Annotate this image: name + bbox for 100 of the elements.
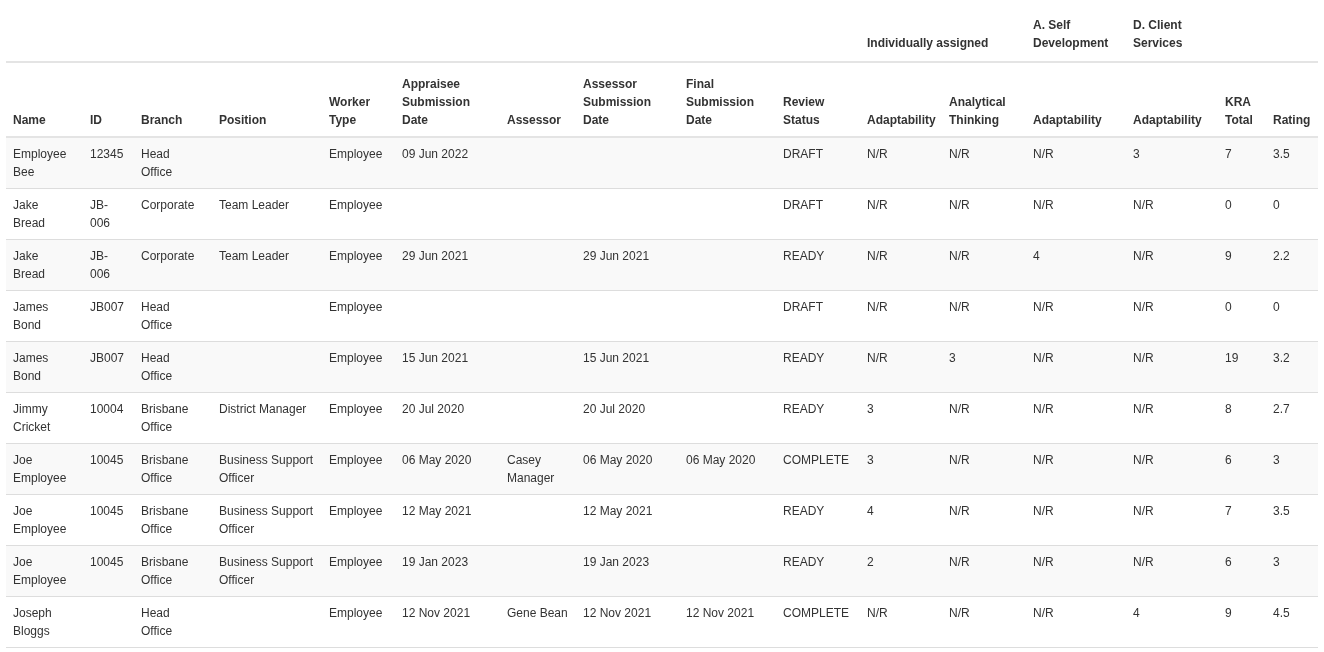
table-cell: Brisbane Office	[134, 443, 212, 495]
table-cell: N/R	[1026, 341, 1126, 393]
table-cell: N/R	[942, 392, 1026, 444]
table-cell: 0	[1218, 290, 1266, 342]
table-cell: Employee	[322, 494, 395, 546]
table-cell: 19	[1218, 341, 1266, 393]
table-cell: Jimmy Cricket	[6, 392, 83, 444]
table-cell: N/R	[942, 188, 1026, 240]
table-cell: 7	[1218, 494, 1266, 546]
table-cell: Employee	[322, 545, 395, 597]
table-cell: 12 Nov 2021	[679, 596, 776, 648]
table-cell: 2	[860, 545, 942, 597]
table-cell: 06 May 2020	[395, 443, 500, 495]
table-cell: 6	[1218, 545, 1266, 597]
table-cell: N/R	[1026, 443, 1126, 495]
table-cell: N/R	[942, 290, 1026, 342]
table-cell: 10004	[83, 392, 134, 444]
table-cell: Joseph Bloggs	[6, 596, 83, 648]
table-cell: N/R	[1026, 494, 1126, 546]
table-cell: N/R	[860, 596, 942, 648]
table-cell: N/R	[1126, 392, 1218, 444]
table-cell: 3	[1266, 443, 1318, 495]
table-cell: 3.5	[1266, 137, 1318, 189]
table-cell: N/R	[1026, 392, 1126, 444]
table-cell: 3	[860, 392, 942, 444]
table-cell: 12 Nov 2021	[395, 596, 500, 648]
table-cell: 9	[1218, 239, 1266, 291]
table-cell: N/R	[1126, 494, 1218, 546]
table-cell: READY	[776, 239, 860, 291]
table-cell: 10045	[83, 443, 134, 495]
table-cell: JB-006	[83, 239, 134, 291]
table-cell: James Bond	[6, 290, 83, 342]
table-cell: 19 Jan 2023	[576, 545, 679, 597]
table-cell: 12 Nov 2021	[576, 596, 679, 648]
table-cell: 20 Jul 2020	[576, 392, 679, 444]
table-cell: 4	[1026, 239, 1126, 291]
table-cell: Employee	[322, 596, 395, 648]
table-cell: 4	[860, 494, 942, 546]
table-cell: Employee	[322, 188, 395, 240]
table-cell: 19 Jan 2023	[395, 545, 500, 597]
table-cell: N/R	[860, 239, 942, 291]
table-cell: N/R	[860, 188, 942, 240]
table-cell: N/R	[1026, 137, 1126, 189]
table-cell: 3.2	[1266, 341, 1318, 393]
table-cell: Team Leader	[212, 239, 322, 291]
table-cell: Employee	[322, 137, 395, 189]
table-cell: Head Office	[134, 341, 212, 393]
table-cell: 0	[1218, 188, 1266, 240]
table-cell: DRAFT	[776, 188, 860, 240]
table-cell: N/R	[942, 494, 1026, 546]
table-cell: Brisbane Office	[134, 494, 212, 546]
table-cell: N/R	[860, 137, 942, 189]
table-cell: 8	[1218, 392, 1266, 444]
table-cell: 3	[1126, 137, 1218, 189]
table-cell: N/R	[1126, 290, 1218, 342]
table-cell: 10045	[83, 494, 134, 546]
table-cell: DRAFT	[776, 137, 860, 189]
table-cell: N/R	[1126, 443, 1218, 495]
table-cell: 15 Jun 2021	[576, 341, 679, 393]
table-cell: 29 Jun 2021	[576, 239, 679, 291]
table-cell: N/R	[1026, 188, 1126, 240]
table-cell: Employee Bee	[6, 137, 83, 189]
table-cell: DRAFT	[776, 290, 860, 342]
table-cell: 3	[1266, 545, 1318, 597]
table-cell: 4	[1126, 596, 1218, 648]
table-cell: 0	[1266, 188, 1318, 240]
table-cell: Employee	[322, 443, 395, 495]
table-cell: District Manager	[212, 392, 322, 444]
table-cell: Employee	[322, 290, 395, 342]
column-group-header: A. Self Development	[1026, 0, 1126, 62]
table-cell: Employee	[322, 341, 395, 393]
table-cell: Corporate	[134, 239, 212, 291]
table-cell: 06 May 2020	[576, 443, 679, 495]
table-cell: Brisbane Office	[134, 392, 212, 444]
table-cell: COMPLETE	[776, 443, 860, 495]
table-cell: READY	[776, 494, 860, 546]
table-cell: Joe Employee	[6, 443, 83, 495]
table-cell: N/R	[942, 137, 1026, 189]
table-cell: N/R	[1126, 545, 1218, 597]
table-cell: 7	[1218, 137, 1266, 189]
table-cell: 12345	[83, 137, 134, 189]
table-cell: Jake Bread	[6, 188, 83, 240]
table-cell: 0	[1266, 290, 1318, 342]
table-cell: READY	[776, 392, 860, 444]
table-cell: N/R	[1126, 188, 1218, 240]
table-cell: 3	[860, 443, 942, 495]
table-cell: 06 May 2020	[679, 443, 776, 495]
table-cell: N/R	[1026, 596, 1126, 648]
table-cell: Team Leader	[212, 188, 322, 240]
table-cell: 12 May 2021	[395, 494, 500, 546]
table-cell: Gene Bean	[500, 596, 576, 648]
column-group-header: D. Client Services	[1126, 0, 1218, 62]
table-cell: N/R	[1026, 290, 1126, 342]
table-cell: Business Support Officer	[212, 545, 322, 597]
table-cell: N/R	[1126, 341, 1218, 393]
table-cell: 2.7	[1266, 392, 1318, 444]
table-cell: Head Office	[134, 137, 212, 189]
table-cell: Business Support Officer	[212, 443, 322, 495]
table-cell: JB007	[83, 341, 134, 393]
table-cell: Casey Manager	[500, 443, 576, 495]
